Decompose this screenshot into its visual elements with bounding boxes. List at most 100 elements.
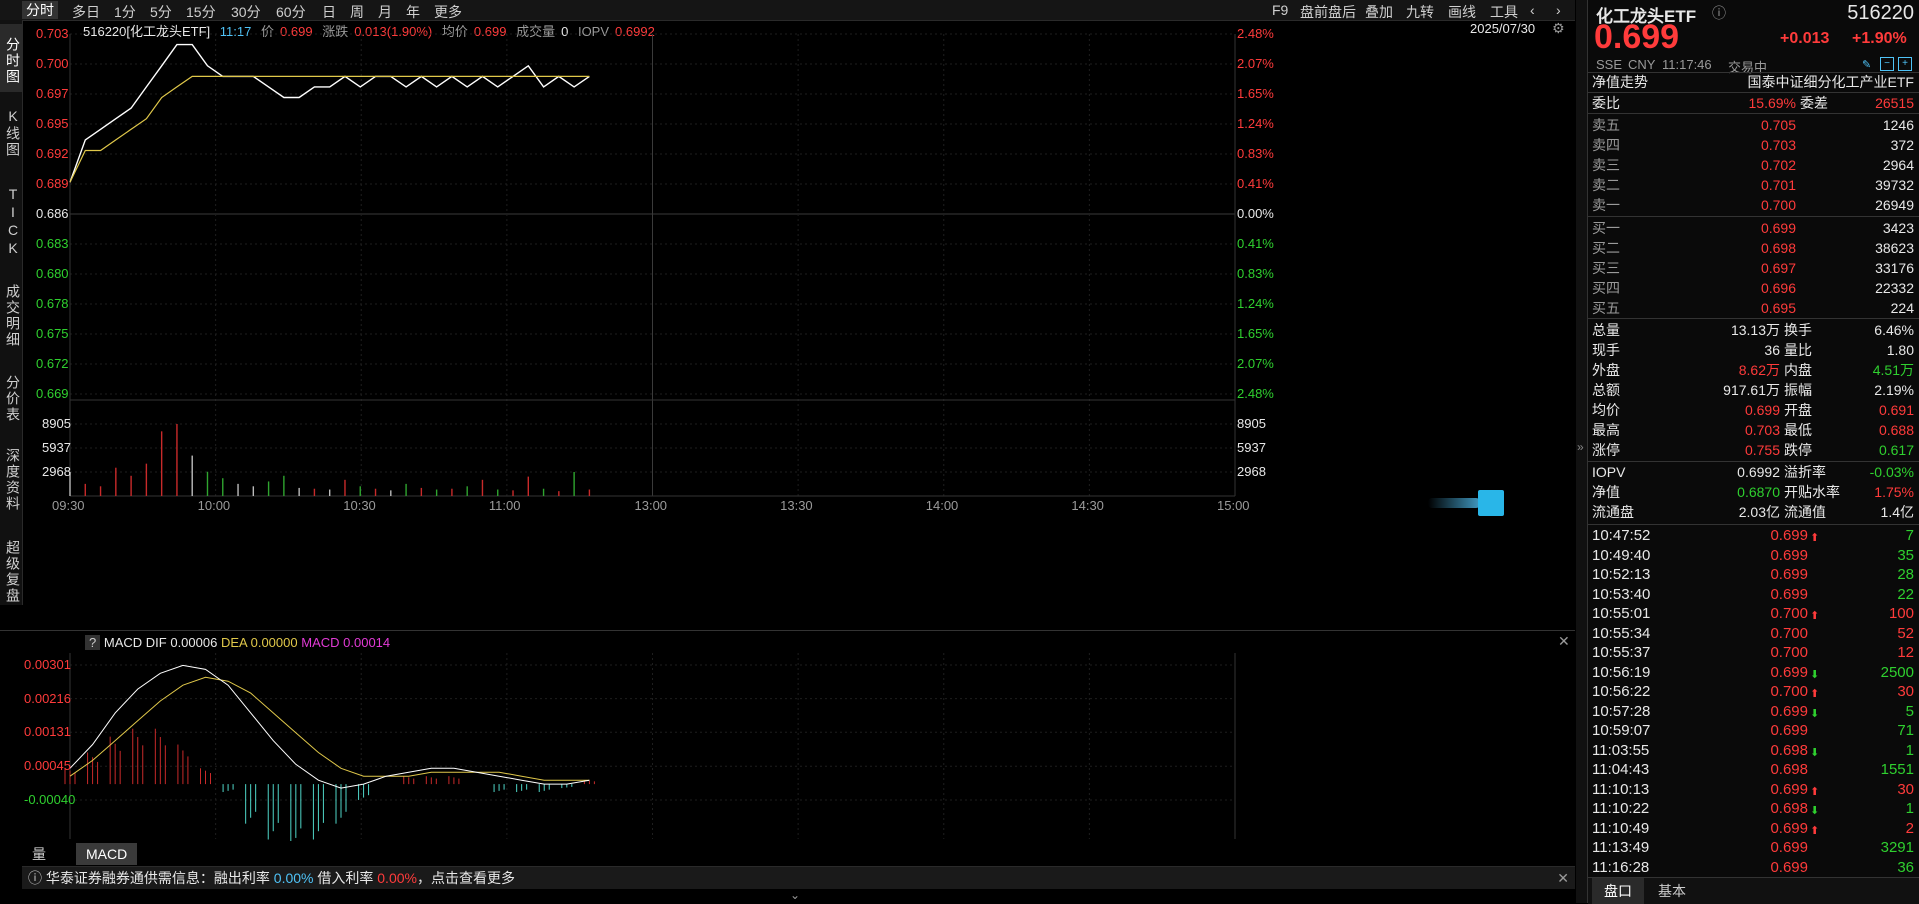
stat-label: 净值 — [1592, 484, 1620, 500]
tf-week[interactable]: 周 — [350, 2, 364, 22]
time-tick-label: 13:30 — [780, 498, 813, 513]
stat-row: 外盘 8.62万 内盘 4.51万 — [1588, 360, 1919, 380]
stat-row: 总量 13.13万 换手 6.46% — [1588, 320, 1919, 340]
tf-5min[interactable]: 5分 — [150, 2, 172, 22]
tool-draw[interactable]: 画线 — [1448, 2, 1476, 22]
news-bar[interactable]: ⓘ 华泰证券融券通供需信息：融出利率 0.00% 借入利率 0.00%，点击查看… — [22, 866, 1575, 889]
index-name: 国泰中证细分化工产业ETF — [1747, 74, 1914, 90]
dif-line — [69, 664, 590, 789]
tool-overlay[interactable]: 叠加 — [1365, 2, 1393, 22]
tick-volume: 7 — [1905, 527, 1914, 544]
tool-tools[interactable]: 工具 — [1490, 2, 1518, 22]
chevron-down-icon[interactable]: ⌄ — [790, 888, 800, 902]
bid-label: 买一 — [1592, 220, 1620, 236]
floating-widget-icon[interactable] — [1428, 490, 1504, 516]
stat-row: 现手 36 量比 1.80 — [1588, 340, 1919, 360]
volume-tick-label: 2968 — [42, 464, 71, 479]
collapse-handle[interactable]: » — [1576, 0, 1587, 903]
tick-row: 11:03:55 0.698 ⬇ 1 — [1588, 741, 1919, 760]
tf-multiday[interactable]: 多日 — [72, 2, 100, 22]
tool-f9[interactable]: F9 — [1272, 2, 1288, 18]
tf-60min[interactable]: 60分 — [276, 2, 306, 22]
stat-label: 流通值 — [1784, 504, 1826, 520]
tick-row: 11:16:28 0.699 36 — [1588, 858, 1919, 877]
macd-tick-label: -0.00040 — [24, 791, 76, 807]
tick-price: 0.699 — [1770, 858, 1808, 876]
nav-trend-label[interactable]: 净值走势 — [1592, 72, 1648, 92]
ask-label: 卖三 — [1592, 157, 1620, 173]
ask-row: 卖四 0.703 372 — [1588, 135, 1919, 155]
pct-tick-label: 2.48% — [1237, 26, 1274, 41]
tf-1min[interactable]: 1分 — [114, 2, 136, 22]
edit-icon[interactable]: ✎ — [1862, 58, 1871, 71]
stat-value: 8.62万 — [1738, 362, 1780, 378]
stat-value: 1.4亿 — [1880, 504, 1914, 520]
bid-label: 买二 — [1592, 240, 1620, 256]
stat-row: 最高 0.703 最低 0.688 — [1588, 420, 1919, 440]
volume-tick-label-right: 5937 — [1237, 440, 1266, 455]
tick-time: 10:55:34 — [1592, 624, 1651, 642]
tick-volume: 22 — [1897, 585, 1914, 603]
weicha-label: 委差 — [1800, 95, 1828, 111]
intraday-chart[interactable] — [0, 20, 1575, 628]
ask-row: 卖五 0.705 1246 — [1588, 115, 1919, 135]
tick-time: 11:13:49 — [1592, 839, 1650, 856]
volume-tick-label: 5937 — [42, 440, 71, 455]
price-tick-label: 0.678 — [36, 296, 69, 311]
ask-volume: 26949 — [1875, 197, 1914, 213]
price-tick-label: 0.675 — [36, 326, 69, 341]
tick-volume: 5 — [1905, 702, 1914, 720]
pct-tick-label: 0.83% — [1237, 146, 1274, 161]
bid-volume: 3423 — [1882, 220, 1914, 236]
tick-volume: 2500 — [1880, 663, 1914, 681]
tf-day[interactable]: 日 — [322, 2, 336, 22]
info-circle-icon[interactable]: ⓘ — [1712, 3, 1726, 23]
bid-label: 买四 — [1592, 280, 1620, 296]
security-code: 516220 — [1847, 2, 1914, 24]
news-text3[interactable]: ，点击查看更多 — [417, 870, 515, 886]
bid-row: 买四 0.696 22332 — [1588, 278, 1919, 298]
time-tick-label: 13:00 — [634, 498, 668, 513]
stat-label: 换手 — [1784, 322, 1812, 338]
stat-label: 涨停 — [1592, 442, 1620, 458]
tf-year[interactable]: 年 — [406, 2, 420, 22]
tick-time: 11:04:43 — [1592, 761, 1650, 778]
tf-month[interactable]: 月 — [378, 2, 392, 22]
plus-icon[interactable]: + — [1898, 57, 1912, 71]
tf-30min[interactable]: 30分 — [231, 2, 261, 22]
tf-more[interactable]: 更多 — [434, 2, 462, 22]
minus-icon[interactable]: − — [1880, 57, 1894, 71]
tab-macd[interactable]: MACD — [76, 843, 138, 865]
close-news-icon[interactable]: ✕ — [1557, 867, 1569, 889]
chevron-left-icon[interactable]: ‹ — [1530, 2, 1535, 18]
tick-row: 10:55:37 0.700 12 — [1588, 643, 1919, 662]
price-tick-label: 0.683 — [36, 236, 69, 251]
bid-row: 买一 0.699 3423 — [1588, 218, 1919, 238]
chevron-right-icon[interactable]: › — [1556, 2, 1561, 18]
tick-row: 11:10:22 0.698 ⬇ 1 — [1588, 799, 1919, 818]
order-ratio-row: 委比 15.69% 委差 26515 — [1588, 93, 1919, 113]
tool-premarket[interactable]: 盘前盘后 — [1300, 2, 1356, 22]
tf-15min[interactable]: 15分 — [186, 2, 216, 22]
avg-price-line — [69, 75, 590, 183]
tab-volume-ratio[interactable]: 量比 — [22, 843, 56, 884]
tool-nine-turn[interactable]: 九转 — [1406, 2, 1434, 22]
nav-row[interactable]: 净值走势 国泰中证细分化工产业ETF — [1588, 72, 1919, 92]
tf-intraday[interactable]: 分时 — [22, 1, 58, 19]
stat-label: 现手 — [1592, 342, 1620, 358]
tick-row: 10:55:34 0.700 52 — [1588, 624, 1919, 643]
tick-row: 11:10:13 0.699 ⬆ 30 — [1588, 780, 1919, 799]
tab-orderbook[interactable]: 盘口 — [1592, 878, 1644, 904]
stat-label: 量比 — [1784, 342, 1812, 358]
stat-label: 总量 — [1592, 322, 1620, 338]
tick-price: 0.698 — [1770, 741, 1808, 759]
tick-time: 10:56:22 — [1592, 683, 1651, 700]
macd-tick-label: 0.00131 — [24, 724, 71, 740]
tick-time: 10:52:13 — [1592, 566, 1651, 583]
tick-price: 0.700 — [1770, 605, 1808, 622]
stat-label: 总额 — [1592, 382, 1620, 398]
stat-label: 跌停 — [1784, 442, 1812, 458]
tab-basic[interactable]: 基本 — [1652, 878, 1692, 904]
last-price: 0.699 — [1594, 18, 1680, 56]
price-tick-label: 0.692 — [36, 146, 69, 161]
